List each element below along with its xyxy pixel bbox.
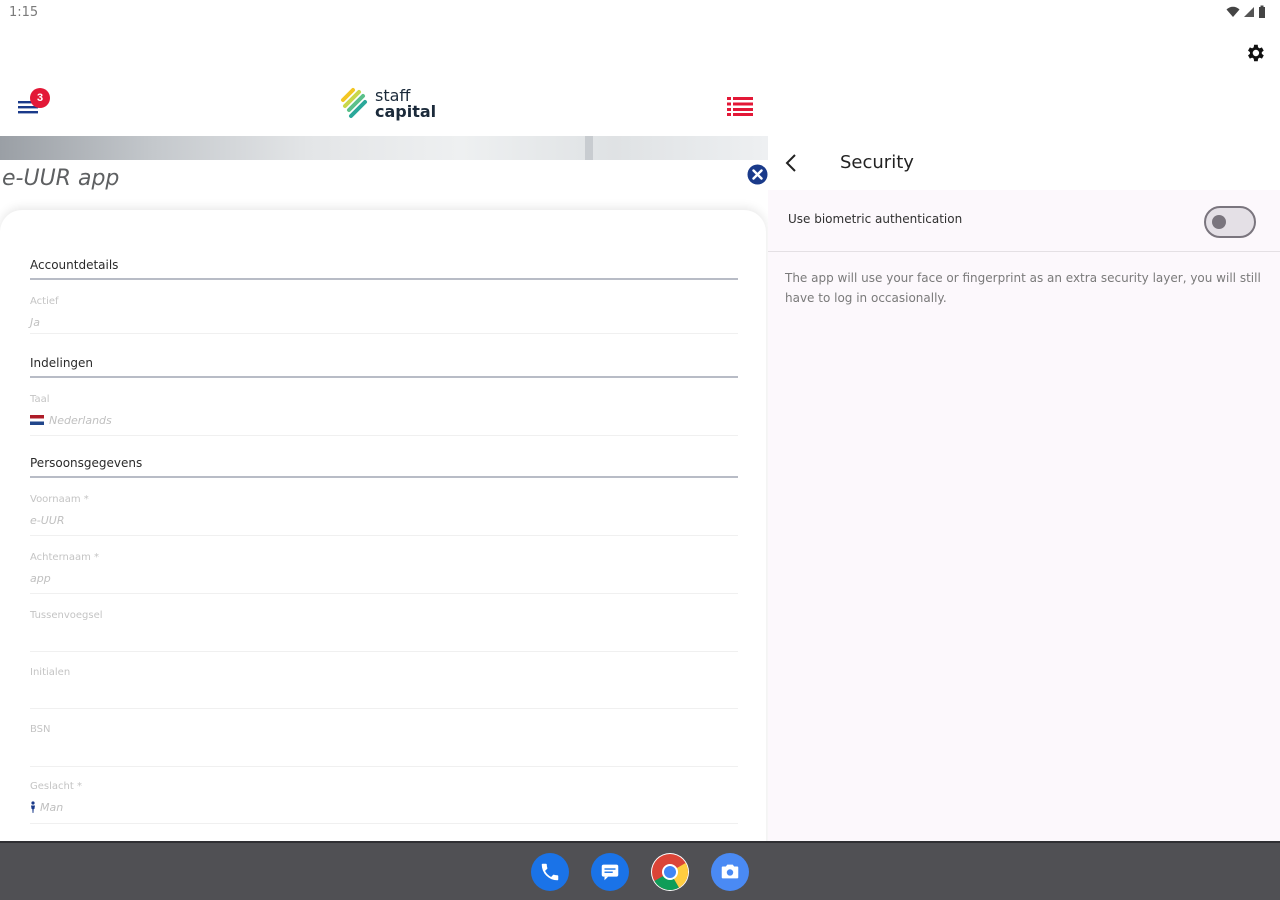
header-banner-image [0, 136, 768, 160]
biometric-setting-row[interactable]: Use biometric authentication [768, 190, 1280, 252]
field-label: Tussenvoegsel [30, 610, 103, 621]
biometric-description: The app will use your face or fingerprin… [785, 271, 1261, 305]
wifi-icon [1226, 6, 1240, 17]
staff-capital-logo: staff capital [339, 86, 436, 122]
field-first-name[interactable]: Voornaam * e-UUR [30, 494, 738, 536]
logo-word-bottom: capital [375, 102, 437, 121]
profile-form-card: Accountdetails Actief Ja Indelingen Taal… [0, 210, 766, 841]
messages-icon[interactable] [591, 853, 629, 891]
security-title: Security [840, 152, 914, 173]
security-header: Security [768, 136, 1280, 190]
field-label: Actief [30, 296, 59, 307]
field-gender[interactable]: Geslacht * Man [30, 781, 738, 824]
section-indelingen: Indelingen [30, 356, 738, 378]
field-label: Geslacht * [30, 781, 82, 792]
settings-gear-icon[interactable] [1244, 42, 1266, 64]
field-value: Ja [30, 316, 40, 329]
field-language[interactable]: Taal Nederlands [30, 394, 738, 436]
app-header: 3 staff capital [0, 76, 768, 136]
phone-icon[interactable] [531, 853, 569, 891]
profile-pane: 3 staff capital e-UUR app Accountdetails… [0, 76, 768, 841]
biometric-toggle[interactable] [1204, 206, 1256, 238]
field-initials[interactable]: Initialen [30, 667, 738, 709]
toggle-knob [1212, 215, 1226, 229]
screen: 1:15 3 staff capital e-UUR app Accountde… [0, 0, 1280, 900]
field-prefix[interactable]: Tussenvoegsel [30, 610, 738, 652]
male-icon [31, 801, 35, 813]
camera-icon[interactable] [711, 853, 749, 891]
close-icon[interactable] [747, 164, 768, 185]
field-label: Initialen [30, 667, 71, 678]
chrome-icon[interactable] [651, 853, 689, 891]
section-accountdetails: Accountdetails [30, 258, 738, 280]
section-persoonsgegevens: Persoonsgegevens [30, 456, 738, 478]
biometric-label: Use biometric authentication [788, 212, 963, 226]
taskbar-dock [0, 841, 1280, 900]
field-value: e-UUR [30, 514, 65, 527]
netherlands-flag-icon [30, 415, 44, 425]
app-title-bar: e-UUR app [0, 160, 768, 202]
field-bsn[interactable]: BSN [30, 724, 738, 767]
field-value: Man [40, 801, 64, 814]
field-value: Nederlands [49, 414, 112, 427]
field-value: app [30, 572, 51, 585]
logo-wordmark: staff capital [375, 88, 436, 120]
security-settings-pane: Security Use biometric authentication Th… [768, 136, 1280, 841]
field-label: Achternaam * [30, 552, 100, 563]
notification-badge: 3 [30, 88, 50, 108]
field-active[interactable]: Actief Ja [30, 296, 738, 334]
field-value-wrapper: Nederlands [30, 414, 112, 427]
back-arrow-icon[interactable] [782, 152, 800, 174]
logo-mark-icon [341, 88, 367, 118]
battery-icon [1259, 5, 1265, 18]
field-last-name[interactable]: Achternaam * app [30, 552, 738, 594]
field-value-wrapper: Man [30, 801, 63, 814]
status-icons [1226, 5, 1266, 18]
field-label: Taal [30, 394, 50, 405]
field-label: Voornaam * [30, 494, 89, 505]
status-time: 1:15 [9, 5, 39, 20]
field-label: BSN [30, 724, 51, 735]
app-title: e-UUR app [2, 166, 120, 191]
status-bar: 1:15 [0, 0, 1280, 26]
list-icon[interactable] [727, 96, 753, 116]
signal-icon [1244, 6, 1254, 17]
